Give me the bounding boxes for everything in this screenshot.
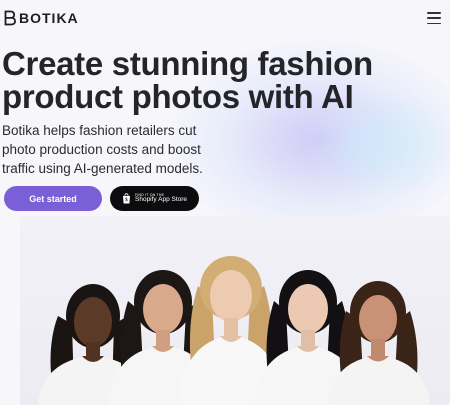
shopify-label: Shopify App Store [135, 196, 188, 203]
ai-models-illustration [38, 256, 430, 405]
shopify-app-store-button[interactable]: FIND IT ON THE Shopify App Store [110, 186, 199, 211]
site-header: BOTIKA [0, 0, 450, 36]
brand-name: BOTIKA [19, 10, 79, 26]
subtitle-line-1: Botika helps fashion retailers cut [2, 123, 197, 138]
get-started-button[interactable]: Get started [4, 186, 102, 211]
title-line-1: Create stunning fashion [2, 45, 373, 82]
subtitle-line-2: photo production costs and boost [2, 142, 201, 157]
botika-logo-icon [4, 10, 16, 26]
hamburger-menu-icon[interactable] [427, 12, 441, 24]
shopify-button-text: FIND IT ON THE Shopify App Store [135, 193, 188, 204]
title-line-2: product photos with AI [2, 78, 354, 115]
page-title: Create stunning fashion product photos w… [2, 47, 422, 113]
hero-models-image [20, 216, 450, 405]
brand-logo[interactable]: BOTIKA [4, 10, 79, 26]
model-5 [328, 281, 430, 405]
shopify-bag-icon [123, 193, 130, 204]
subtitle-line-3: traffic using AI-generated models. [2, 161, 203, 176]
hero-subtitle: Botika helps fashion retailers cut photo… [2, 121, 212, 178]
